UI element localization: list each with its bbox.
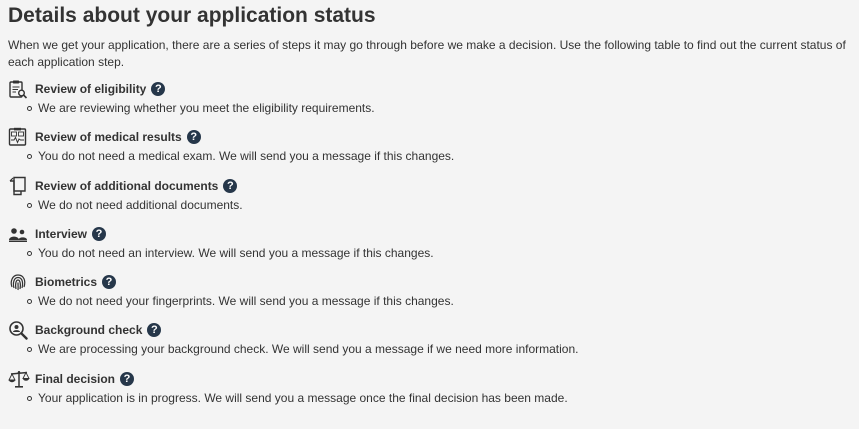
page-title: Details about your application status bbox=[8, 4, 376, 27]
help-icon[interactable]: ? bbox=[92, 226, 107, 241]
help-icon[interactable]: ? bbox=[151, 82, 166, 96]
help-icon[interactable]: ? bbox=[120, 371, 135, 386]
step-interview: Interview ? You do not need an interview… bbox=[8, 224, 851, 272]
step-review-medical: Review of medical results ? You do not n… bbox=[8, 127, 851, 175]
steps-list: Review of eligibility ? We are reviewing… bbox=[8, 79, 851, 417]
step-review-eligibility: Review of eligibility ? We are reviewing… bbox=[8, 79, 851, 127]
step-title: Interview bbox=[35, 226, 88, 241]
fingerprint-icon bbox=[8, 272, 30, 292]
step-biometrics: Biometrics ? We do not need your fingerp… bbox=[8, 272, 851, 320]
status-details-section: Details about your application status Wh… bbox=[0, 0, 859, 417]
help-icon[interactable]: ? bbox=[102, 275, 117, 290]
step-title: Review of medical results bbox=[35, 130, 182, 145]
step-title: Biometrics bbox=[35, 275, 98, 290]
help-icon[interactable]: ? bbox=[147, 323, 162, 338]
step-description: You do not need an interview. We will se… bbox=[24, 245, 851, 261]
clipboard-search-icon bbox=[8, 79, 30, 99]
magnifier-person-icon bbox=[8, 320, 30, 341]
step-description: You do not need a medical exam. We will … bbox=[24, 148, 851, 164]
step-review-documents: Review of additional documents ? We do n… bbox=[8, 176, 851, 224]
step-background-check: Background check ? We are processing you… bbox=[8, 320, 851, 368]
step-title: Background check bbox=[35, 323, 143, 338]
intro-text: When we get your application, there are … bbox=[8, 38, 846, 69]
step-title: Final decision bbox=[35, 371, 116, 386]
step-description: We do not need additional documents. bbox=[24, 197, 851, 213]
people-icon bbox=[8, 224, 30, 244]
step-description: Your application is in progress. We will… bbox=[24, 390, 851, 406]
step-final-decision: Final decision ? Your application is in … bbox=[8, 369, 851, 417]
medical-chart-icon bbox=[8, 127, 30, 147]
help-icon[interactable]: ? bbox=[223, 178, 238, 193]
scales-icon bbox=[8, 369, 30, 389]
step-title: Review of eligibility bbox=[35, 82, 147, 96]
step-description: We are processing your background check.… bbox=[24, 341, 851, 357]
step-title: Review of additional documents bbox=[35, 178, 219, 193]
step-description: We are reviewing whether you meet the el… bbox=[24, 100, 851, 116]
documents-icon bbox=[8, 176, 30, 196]
help-icon[interactable]: ? bbox=[186, 130, 201, 145]
step-description: We do not need your fingerprints. We wil… bbox=[24, 293, 851, 309]
